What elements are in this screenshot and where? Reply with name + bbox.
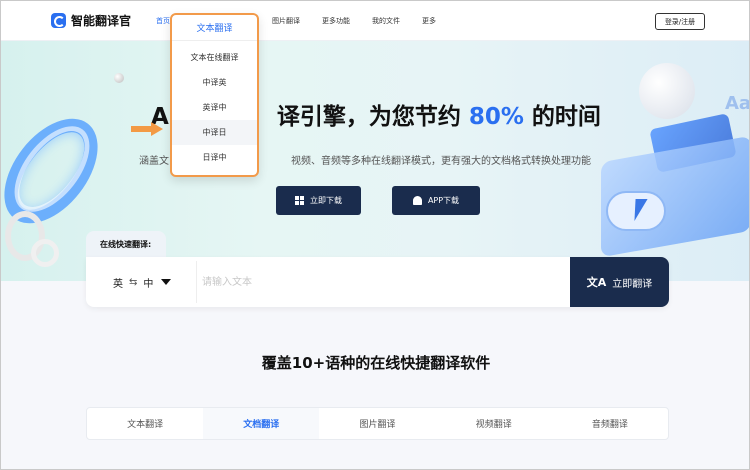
swap-icon[interactable]: ⇆ xyxy=(129,277,137,288)
target-language[interactable]: 中 xyxy=(143,275,153,290)
spring-decoration-small xyxy=(31,239,59,267)
quick-translate-bar: 英 ⇆ 中 文A 立即翻译 xyxy=(86,257,669,307)
top-navbar: 智能翻译官 首页 图片翻译 更多功能 我的文件 更多 登录/注册 xyxy=(1,1,749,41)
app-download-button[interactable]: APP下载 xyxy=(392,186,480,215)
nav-my-files[interactable]: 我的文件 xyxy=(372,16,400,26)
translate-input[interactable] xyxy=(202,267,562,297)
android-icon xyxy=(412,196,422,205)
tab-video-translate[interactable]: 视频翻译 xyxy=(436,408,552,439)
hero-subtitle-left: 涵盖文 xyxy=(139,156,169,167)
pointer-arrow-icon xyxy=(131,122,167,136)
small-sphere-decoration xyxy=(114,73,124,83)
menu-item-en-zh[interactable]: 英译中 xyxy=(172,95,257,120)
logo-text: 智能翻译官 xyxy=(71,14,132,28)
lightning-icon xyxy=(628,199,648,221)
source-language[interactable]: 英 xyxy=(113,275,123,290)
translate-now-button[interactable]: 文A 立即翻译 xyxy=(570,257,669,307)
download-button[interactable]: 立即下载 xyxy=(276,186,361,215)
dropdown-header[interactable]: 文本翻译 xyxy=(172,15,257,41)
divider xyxy=(196,261,197,303)
login-register-button[interactable]: 登录/注册 xyxy=(655,13,705,30)
tab-text-translate[interactable]: 文本翻译 xyxy=(87,408,203,439)
hero-subtitle-right: 视频、音频等多种在线翻译模式，更有强大的文档格式转换处理功能 xyxy=(291,156,591,167)
hero-title-highlight: 80% xyxy=(468,104,524,130)
app-download-label: APP下载 xyxy=(427,196,460,205)
aa-decoration: Aa xyxy=(725,93,750,114)
tab-document-translate[interactable]: 文档翻译 xyxy=(203,408,320,439)
translate-now-label: 立即翻译 xyxy=(612,278,653,290)
text-translate-dropdown: 文本翻译 文本在线翻译 中译英 英译中 中译日 日译中 xyxy=(170,13,259,177)
quick-translate-tab: 在线快速翻译: xyxy=(86,231,166,257)
cloud-icon xyxy=(606,191,666,231)
hero-title-mid: 译引擎，为您节约 xyxy=(276,104,461,130)
menu-item-zh-en[interactable]: 中译英 xyxy=(172,70,257,95)
hero-title-right: 的时间 xyxy=(531,104,601,130)
nav-more[interactable]: 更多 xyxy=(422,16,436,26)
nav-home[interactable]: 首页 xyxy=(156,16,170,26)
feature-tabs: 文本翻译 文档翻译 图片翻译 视频翻译 音频翻译 xyxy=(86,407,669,440)
logo[interactable]: 智能翻译官 xyxy=(51,12,131,29)
tab-image-translate[interactable]: 图片翻译 xyxy=(319,408,435,439)
download-label: 立即下载 xyxy=(310,196,342,205)
nav-image-translate[interactable]: 图片翻译 xyxy=(272,16,300,26)
language-selector[interactable]: 英 ⇆ 中 xyxy=(113,257,172,307)
browser-frame: 智能翻译官 首页 图片翻译 更多功能 我的文件 更多 登录/注册 Aa A 译引擎… xyxy=(0,0,750,470)
menu-item-online-text[interactable]: 文本在线翻译 xyxy=(172,45,257,70)
tab-audio-translate[interactable]: 音频翻译 xyxy=(552,408,668,439)
menu-item-ja-zh[interactable]: 日译中 xyxy=(172,145,257,170)
caret-down-icon[interactable] xyxy=(161,279,172,285)
menu-item-zh-ja[interactable]: 中译日 xyxy=(172,120,257,145)
section-title: 覆盖10+语种的在线快捷翻译软件 xyxy=(261,354,491,372)
translate-icon: 文A xyxy=(586,276,607,289)
windows-icon xyxy=(295,196,304,205)
logo-icon xyxy=(51,13,66,28)
nav-more-features[interactable]: 更多功能 xyxy=(322,16,350,26)
